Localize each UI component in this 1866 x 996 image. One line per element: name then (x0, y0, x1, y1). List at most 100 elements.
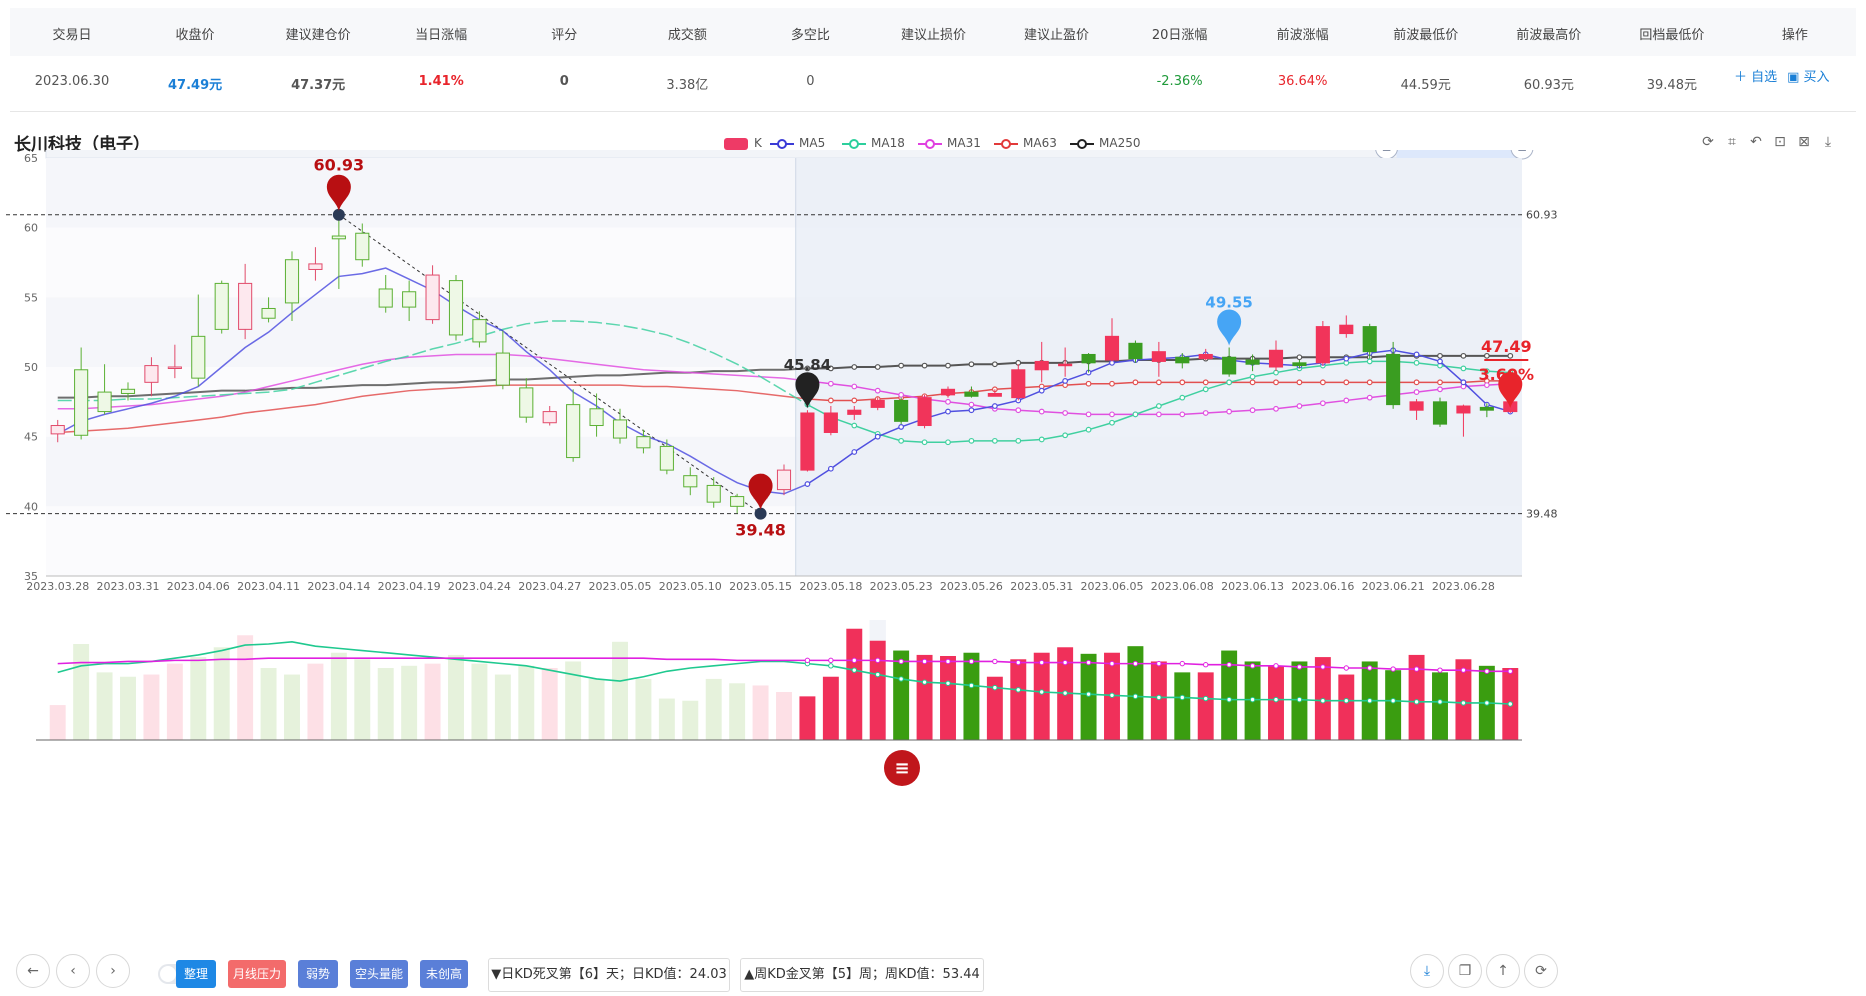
refresh-icon[interactable]: ⟳ (1696, 134, 1720, 150)
copy-icon[interactable]: ❐ (1448, 954, 1482, 988)
ma5-point (851, 449, 858, 455)
vol_ma_magenta-point (1390, 666, 1396, 672)
scroll-top-icon[interactable]: ↑ (1486, 954, 1520, 988)
legend-swatch-icon (994, 138, 1018, 150)
volume-bar (1080, 653, 1097, 740)
x-tick-label: 2023.05.05 (589, 580, 652, 593)
ma31-point (1437, 386, 1443, 393)
vol_ma_green-point (1226, 696, 1232, 703)
volume-bar (354, 659, 371, 740)
volume-bar (213, 647, 230, 740)
next-icon[interactable]: › (96, 954, 130, 988)
status-tag[interactable]: 未创高 (420, 960, 468, 988)
volume-bar (307, 663, 324, 740)
ma5-point (945, 408, 951, 415)
vol_ma_green-point (1320, 698, 1326, 704)
zoom-icon[interactable]: ⊡ (1768, 134, 1792, 150)
buy-button[interactable]: ▣ 买入 (1787, 70, 1829, 85)
summary-header-7: 建议止损价 (900, 28, 966, 43)
download-icon[interactable]: ⤓ (1410, 954, 1444, 988)
vol_ma_magenta-point (804, 657, 811, 664)
status-tag[interactable]: 月线压力 (228, 960, 286, 988)
vol_ma_magenta-point (875, 657, 881, 664)
legend-item-ma250[interactable]: MA250 (1070, 136, 1140, 150)
candle-body (1245, 359, 1260, 365)
volume-bar (1385, 670, 1402, 740)
vol_ma_green-point (1413, 699, 1420, 705)
ma31-point (1062, 410, 1069, 416)
back-icon[interactable]: ← (16, 954, 50, 988)
candle-body (1268, 349, 1284, 368)
ma250-point (874, 364, 881, 370)
x-tick-label: 2023.04.06 (167, 580, 230, 593)
x-tick-label: 2023.05.15 (729, 580, 792, 593)
legend-item-ma63[interactable]: MA63 (994, 136, 1057, 150)
ma31-point (1273, 405, 1279, 412)
vol_ma_magenta-point (921, 658, 928, 665)
candle-body (636, 436, 651, 449)
vol_ma_green-point (992, 684, 998, 691)
vol_ma_magenta-point (1249, 663, 1256, 669)
volume-bar (1150, 661, 1167, 740)
vol_ma_green-point (851, 667, 857, 673)
summary-header-11: 前波最低价 (1393, 28, 1459, 43)
ma250-point (1437, 352, 1443, 359)
vol_ma_green-point (875, 671, 881, 678)
candle-body (120, 388, 136, 394)
add-watchlist-button[interactable]: ＋ 自选 (1734, 70, 1777, 85)
ma18-point (898, 437, 905, 444)
x-tick-label: 2023.04.27 (518, 580, 581, 593)
vol_ma_magenta-point (1413, 666, 1420, 672)
status-tag[interactable]: 空头量能 (350, 960, 408, 988)
legend-item-ma5[interactable]: MA5 (770, 136, 825, 150)
ma31-point (1226, 408, 1233, 415)
ma5-point (968, 407, 975, 414)
ma63-point (1249, 379, 1256, 386)
legend-label: K (754, 136, 762, 150)
summary-value-1: 47.49元 (168, 78, 223, 93)
legend-item-ma18[interactable]: MA18 (842, 136, 905, 150)
undo-icon[interactable]: ↶ (1744, 134, 1768, 150)
kline-chart[interactable]: ≡≡354045505560652023.03.282023.03.312023… (0, 150, 1866, 950)
crop-icon[interactable]: ⌗ (1720, 134, 1744, 150)
refresh-icon[interactable]: ⟳ (1524, 954, 1558, 988)
legend-item-k[interactable]: K (724, 136, 762, 150)
volume-bar (682, 700, 699, 740)
change-percent-label: 3.60% (1479, 365, 1535, 384)
ma31-point (968, 401, 975, 408)
close-icon[interactable]: ⊠ (1792, 134, 1816, 150)
prev-icon[interactable]: ‹ (56, 954, 90, 988)
summary-header-5: 成交额 (667, 28, 707, 43)
x-tick-label: 2023.06.16 (1291, 580, 1354, 593)
y-tick-label: 40 (24, 500, 38, 513)
ma250-point (968, 361, 975, 368)
volume-bar (776, 692, 792, 740)
status-tag[interactable]: 整理 (176, 960, 216, 988)
ma5-point (1343, 355, 1350, 362)
legend-item-ma31[interactable]: MA31 (918, 136, 981, 150)
low-marker-label: 39.48 (735, 521, 786, 540)
volume-bar (1127, 646, 1144, 740)
x-tick-label: 2023.05.31 (1010, 580, 1073, 593)
candle-body (214, 282, 229, 330)
ma63-point (1202, 379, 1209, 386)
high-marker-label: 60.93 (314, 156, 365, 175)
y-tick-label: 65 (24, 152, 38, 165)
status-tag[interactable]: 弱势 (298, 960, 338, 988)
ma18-point (1226, 379, 1233, 386)
vol_ma_green-point (1460, 700, 1467, 706)
legend-label: MA31 (947, 136, 981, 150)
ma31-point (1015, 407, 1022, 414)
x-tick-label: 2023.06.08 (1151, 580, 1214, 593)
toggle-knob (160, 966, 176, 982)
candle-body (1315, 326, 1330, 364)
x-tick-label: 2023.06.05 (1081, 580, 1144, 593)
summary-header-12: 前波最高价 (1516, 28, 1582, 43)
vol_ma_magenta-point (1085, 659, 1092, 666)
vol_ma_green-point (1343, 698, 1349, 704)
menu-icon: ≡ (894, 758, 909, 779)
vol_ma_magenta-point (828, 657, 834, 664)
ma18-point (851, 422, 858, 429)
download-icon[interactable]: ⤓ (1816, 134, 1840, 150)
summary-header-8: 建议止盈价 (1024, 28, 1090, 43)
